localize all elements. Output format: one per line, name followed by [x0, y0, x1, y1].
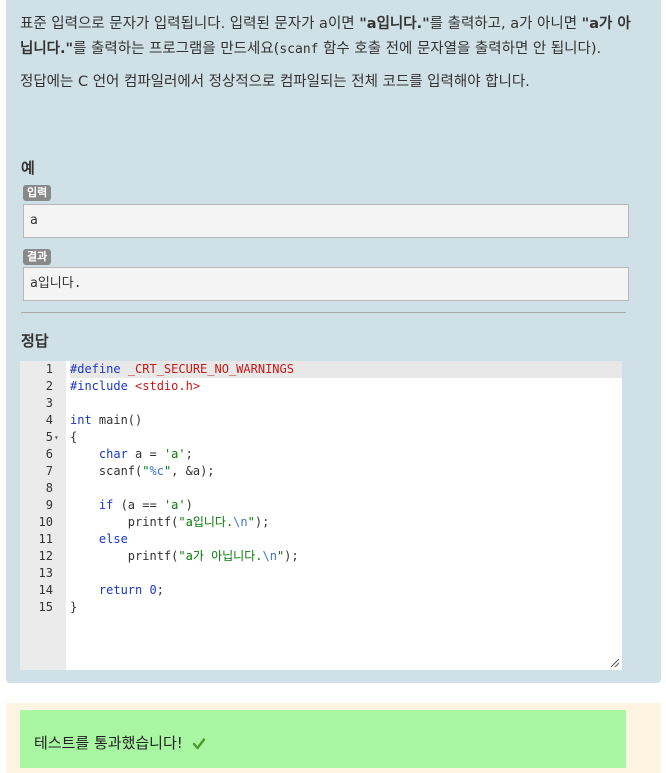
- question-text-part: 를 출력하는 프로그램을 만드세요(: [73, 41, 280, 57]
- question-paragraph: 표준 입력으로 문자가 입력됩니다. 입력된 문자가 a이면 "a입니다."를 …: [20, 12, 640, 62]
- result-panel: 테스트를 통과했습니다!: [6, 703, 661, 773]
- line-number: 2: [45, 379, 53, 393]
- line-number: 9: [45, 498, 53, 512]
- code-text: scanf("%c", &a);: [70, 464, 215, 478]
- code-line: 8: [20, 480, 622, 497]
- code-line: 14 return 0;: [20, 582, 622, 599]
- question-text-part: 를 출력하고, a가 아니면: [429, 16, 582, 32]
- fold-arrow-icon[interactable]: ▾: [54, 429, 64, 446]
- code-line: 1 #define _CRT_SECURE_NO_WARNINGS: [20, 361, 622, 378]
- line-number: 7: [45, 464, 53, 478]
- success-text: 테스트를 통과했습니다!: [34, 734, 183, 752]
- code-line: 12 printf("a가 아닙니다.\n");: [20, 548, 622, 565]
- line-number: 6: [45, 447, 53, 461]
- code-line: 10 printf("a입니다.\n");: [20, 514, 622, 531]
- checkmark-icon: [192, 737, 205, 749]
- code-line: 11 else: [20, 531, 622, 548]
- answer-title: 정답: [21, 332, 49, 350]
- code-text: #define _CRT_SECURE_NO_WARNINGS: [70, 361, 622, 378]
- code-text: {: [70, 430, 78, 444]
- question-quote-a: "a입니다.": [359, 16, 430, 32]
- code-text: printf("a입니다.\n");: [70, 515, 270, 529]
- line-number: 15: [38, 600, 53, 614]
- question-panel: 표준 입력으로 문자가 입력됩니다. 입력된 문자가 a이면 "a입니다."를 …: [6, 0, 661, 683]
- line-number: 12: [38, 549, 53, 563]
- line-number: 8: [45, 481, 53, 495]
- code-line: 13: [20, 565, 622, 582]
- line-number: 10: [38, 515, 53, 529]
- question-text-part: 표준 입력으로 문자가 입력됩니다. 입력된 문자가 a이면: [20, 16, 360, 32]
- example-title: 예: [21, 159, 35, 177]
- line-number: 14: [38, 583, 53, 597]
- code-text: int main(): [70, 413, 143, 427]
- line-number: 4: [45, 413, 53, 427]
- code-line: 2 #include <stdio.h>: [20, 378, 622, 395]
- question-note: 정답에는 C 언어 컴파일러에서 정상적으로 컴파일되는 전체 코드를 입력해야…: [20, 74, 530, 90]
- code-text: if (a == 'a'): [98, 498, 193, 512]
- result-badge: 결과: [23, 249, 52, 265]
- line-number: 1: [45, 362, 53, 376]
- code-line: 15 }: [20, 599, 622, 616]
- code-text: #include <stdio.h>: [70, 379, 201, 393]
- input-badge: 입력: [23, 185, 52, 201]
- line-number: 5: [45, 430, 53, 444]
- question-code-scanf: scanf: [279, 42, 319, 57]
- question-text: 표준 입력으로 문자가 입력됩니다. 입력된 문자가 a이면 "a입니다."를 …: [20, 12, 640, 103]
- code-text: }: [70, 600, 78, 614]
- code-text: return 0;: [98, 583, 164, 597]
- line-number: 13: [38, 566, 53, 580]
- code-line: 5 ▾ {: [20, 429, 622, 446]
- code-text: else: [98, 532, 128, 546]
- divider: [21, 312, 626, 313]
- code-line: 9 if (a == 'a'): [20, 497, 622, 514]
- code-line: 4 int main(): [20, 412, 622, 429]
- success-message: 테스트를 통과했습니다!: [34, 732, 206, 753]
- example-input-box: a: [23, 204, 629, 238]
- line-number: 11: [38, 532, 53, 546]
- code-line: 3: [20, 395, 622, 412]
- code-text: printf("a가 아닙니다.\n");: [70, 549, 299, 563]
- code-line: 7 scanf("%c", &a);: [20, 463, 622, 480]
- code-line: 6 char a = 'a';: [20, 446, 622, 463]
- success-box: 테스트를 통과했습니다!: [20, 710, 626, 768]
- question-text-part: 함수 호출 전에 문자열을 출력하면 안 됩니다).: [318, 41, 602, 57]
- line-number: 3: [45, 396, 53, 410]
- resize-handle-icon[interactable]: [610, 658, 620, 668]
- code-text: char a = 'a';: [98, 447, 193, 461]
- example-result-box: a입니다.: [23, 267, 629, 301]
- code-editor[interactable]: 1 #define _CRT_SECURE_NO_WARNINGS 2 #inc…: [20, 361, 622, 670]
